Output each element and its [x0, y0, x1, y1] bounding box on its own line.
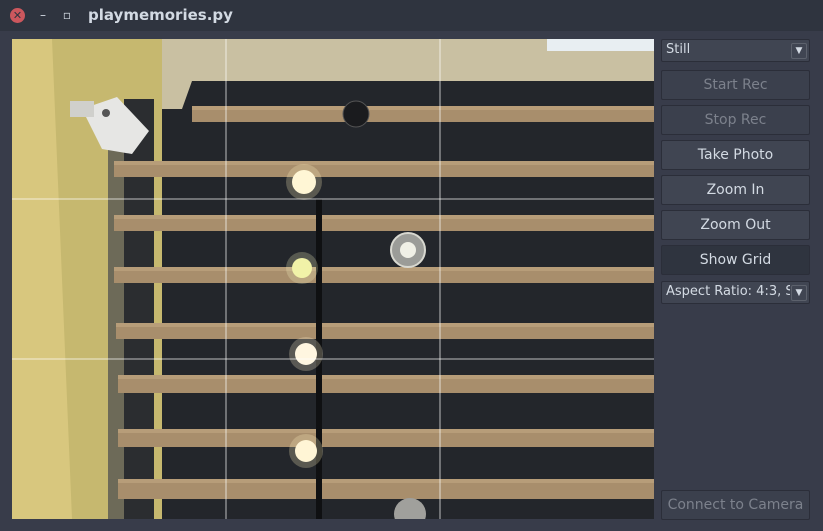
connect-camera-button[interactable]: Connect to Camera — [661, 490, 810, 520]
mode-select[interactable]: Still ▼ — [661, 39, 810, 62]
title-bar: ✕ – ▫ playmemories.py — [0, 0, 823, 31]
zoom-in-button[interactable]: Zoom In — [661, 175, 810, 205]
take-photo-button[interactable]: Take Photo — [661, 140, 810, 170]
zoom-out-button[interactable]: Zoom Out — [661, 210, 810, 240]
stop-rec-button[interactable]: Stop Rec — [661, 105, 810, 135]
live-preview-image — [12, 39, 654, 519]
show-grid-button[interactable]: Show Grid — [661, 245, 810, 275]
chevron-down-icon: ▼ — [791, 285, 807, 301]
window-title: playmemories.py — [88, 6, 233, 24]
aspect-ratio-select[interactable]: Aspect Ratio: 4:3, S ▼ — [661, 281, 810, 304]
aspect-ratio-value: Aspect Ratio: 4:3, S — [666, 284, 790, 299]
close-icon[interactable]: ✕ — [10, 8, 25, 23]
maximize-icon[interactable]: ▫ — [60, 6, 74, 24]
minimize-icon[interactable]: – — [36, 6, 50, 24]
mode-select-value: Still — [666, 42, 691, 57]
chevron-down-icon: ▼ — [791, 43, 807, 59]
camera-viewfinder — [12, 39, 654, 519]
start-rec-button[interactable]: Start Rec — [661, 70, 810, 100]
